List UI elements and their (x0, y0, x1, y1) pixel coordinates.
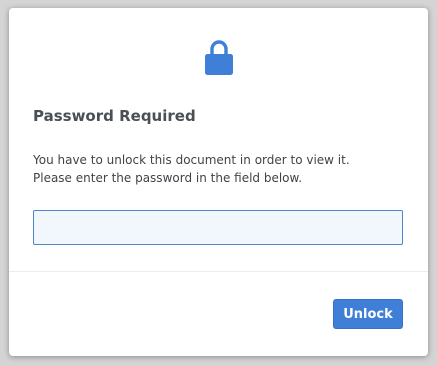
password-input[interactable] (33, 210, 403, 245)
unlock-button[interactable]: Unlock (333, 299, 403, 329)
message-line: Please enter the password in the field b… (33, 171, 303, 185)
password-dialog: Password Required You have to unlock thi… (9, 8, 428, 356)
message-line: You have to unlock this document in orde… (33, 153, 350, 167)
divider (9, 271, 428, 272)
dialog-message: You have to unlock this document in orde… (33, 151, 350, 187)
dialog-title: Password Required (33, 107, 196, 125)
lock-icon (204, 38, 234, 76)
